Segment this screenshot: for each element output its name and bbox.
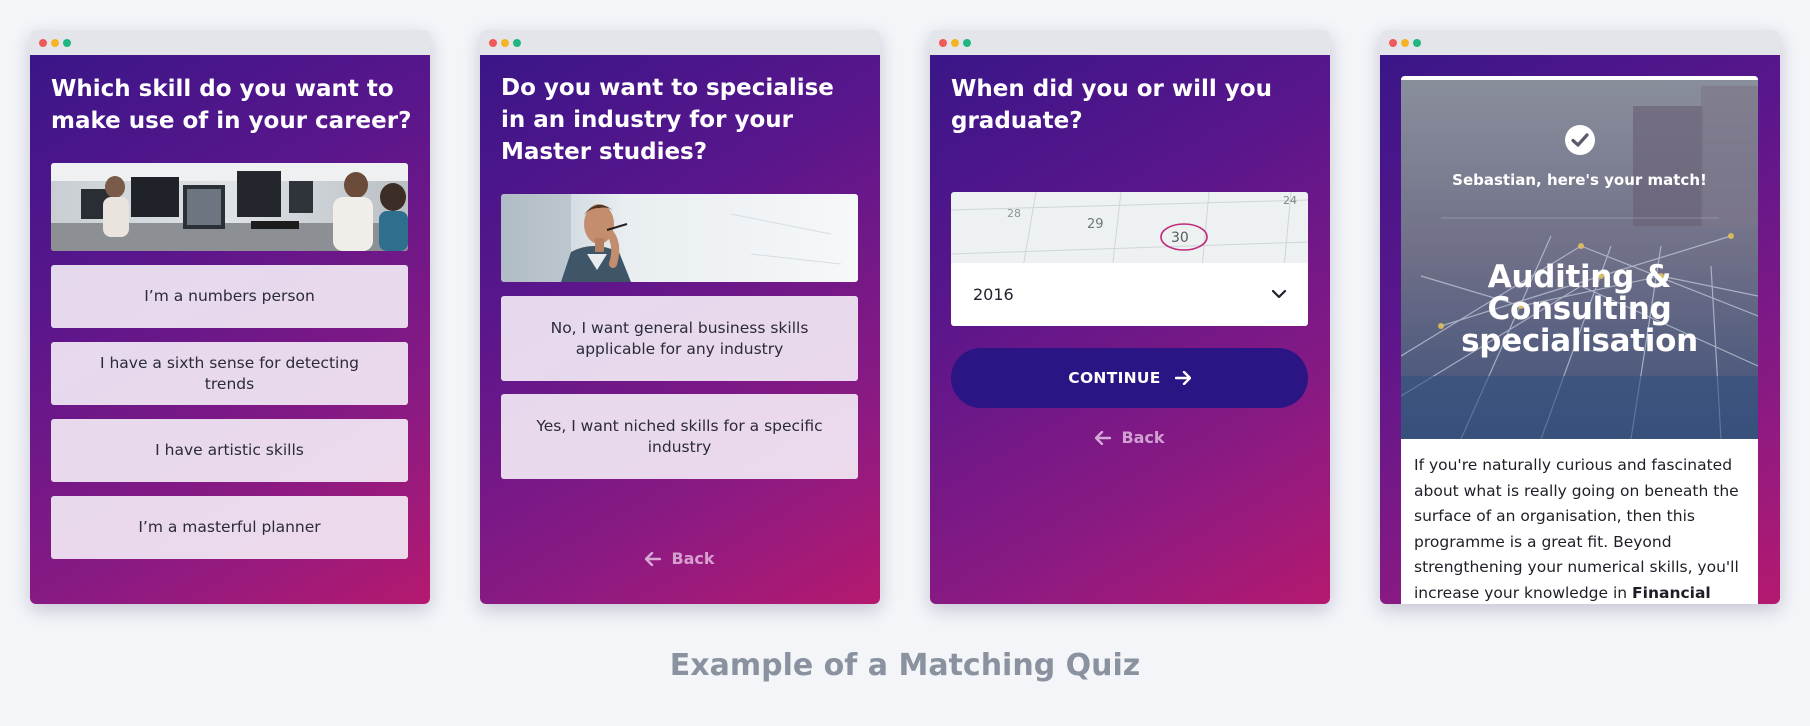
- thinking-man-illustration: [501, 194, 858, 282]
- quiz-window-industry: Do you want to specialise in an industry…: [480, 30, 880, 604]
- minimize-dot-icon: [501, 38, 509, 47]
- option-masterful-planner[interactable]: I’m a masterful planner: [51, 496, 408, 559]
- calendar-day-30: 30: [1171, 230, 1189, 246]
- calendar-day-24: 24: [1283, 194, 1297, 207]
- continue-label: CONTINUE: [1068, 369, 1161, 387]
- minimize-dot-icon: [1401, 38, 1409, 47]
- thinking-man-photo: [501, 194, 858, 282]
- window-titlebar: [480, 30, 880, 55]
- calendar-day-28: 28: [1007, 207, 1021, 220]
- quiz-window-graduation: When did you or will you graduate? 28 29…: [930, 30, 1330, 604]
- figure-caption: Example of a Matching Quiz: [669, 648, 1141, 683]
- quiz-screen: When did you or will you graduate? 28 29…: [930, 55, 1330, 604]
- window-titlebar: [30, 30, 430, 55]
- arrow-right-icon: [1174, 371, 1191, 385]
- quiz-screen: Sebastian, here's your match! Auditing &…: [1380, 55, 1780, 604]
- match-heading: Sebastian, here's your match!: [1452, 171, 1707, 189]
- graduation-year-select[interactable]: 2016: [951, 263, 1308, 326]
- selected-year: 2016: [973, 285, 1014, 304]
- window-titlebar: [930, 30, 1330, 55]
- continue-button[interactable]: CONTINUE: [951, 348, 1308, 408]
- office-photo-illustration: [51, 163, 408, 251]
- question-title: Do you want to specialise in an industry…: [501, 75, 834, 165]
- match-result-card: Sebastian, here's your match! Auditing &…: [1401, 76, 1758, 604]
- arrow-left-icon: [1095, 430, 1112, 445]
- quiz-window-skill: Which skill do you want to make use of i…: [30, 30, 430, 604]
- specialisation-description: If you're naturally curious and fascinat…: [1414, 453, 1746, 604]
- chevron-down-icon: [1272, 290, 1286, 299]
- maximize-dot-icon: [963, 38, 971, 47]
- question-title: When did you or will you graduate?: [951, 76, 1272, 134]
- option-general-business-skills[interactable]: No, I want general business skills appli…: [501, 296, 858, 381]
- checkmark-circle-icon: [1565, 125, 1595, 155]
- close-dot-icon: [939, 38, 947, 47]
- calendar-day-29: 29: [1087, 217, 1104, 232]
- back-button[interactable]: Back: [930, 428, 1330, 447]
- option-numbers-person[interactable]: I’m a numbers person: [51, 265, 408, 328]
- back-label: Back: [671, 549, 715, 568]
- quiz-window-result: Sebastian, here's your match! Auditing &…: [1380, 30, 1780, 604]
- minimize-dot-icon: [51, 38, 59, 47]
- window-titlebar: [1380, 30, 1780, 55]
- option-artistic-skills[interactable]: I have artistic skills: [51, 419, 408, 482]
- back-button[interactable]: Back: [480, 549, 880, 568]
- description-text: If you're naturally curious and fascinat…: [1414, 456, 1739, 602]
- maximize-dot-icon: [63, 38, 71, 47]
- quiz-screen: Do you want to specialise in an industry…: [480, 55, 880, 604]
- close-dot-icon: [1389, 38, 1397, 47]
- description-highlight: Financial: [1632, 583, 1711, 602]
- arrow-left-icon: [645, 551, 662, 566]
- specialisation-title: Auditing & Consulting specialisation: [1461, 259, 1698, 359]
- maximize-dot-icon: [513, 38, 521, 47]
- minimize-dot-icon: [951, 38, 959, 47]
- result-hero: Sebastian, here's your match! Auditing &…: [1401, 76, 1758, 439]
- question-title: Which skill do you want to make use of i…: [51, 76, 412, 134]
- quiz-screen: Which skill do you want to make use of i…: [30, 55, 430, 604]
- office-team-photo: [51, 163, 408, 251]
- option-detecting-trends[interactable]: I have a sixth sense for detecting trend…: [51, 342, 408, 405]
- close-dot-icon: [489, 38, 497, 47]
- back-label: Back: [1121, 428, 1165, 447]
- close-dot-icon: [39, 38, 47, 47]
- option-niched-skills[interactable]: Yes, I want niched skills for a specific…: [501, 394, 858, 479]
- maximize-dot-icon: [1413, 38, 1421, 47]
